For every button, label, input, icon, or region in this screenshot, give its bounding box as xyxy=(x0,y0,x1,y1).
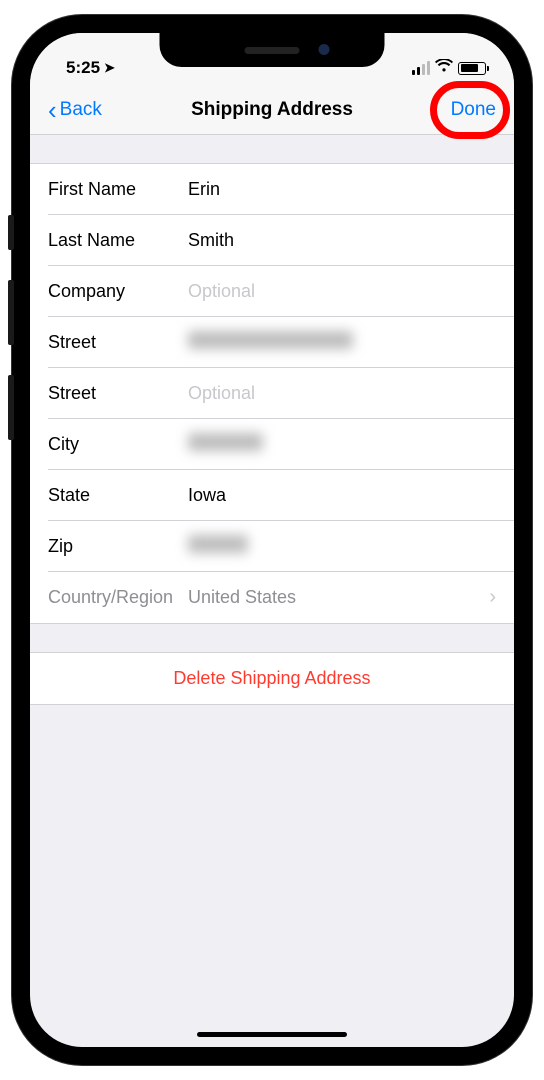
last-name-row[interactable]: Last Name Smith xyxy=(30,215,514,266)
street2-label: Street xyxy=(48,383,188,404)
delete-shipping-address-button[interactable]: Delete Shipping Address xyxy=(30,653,514,704)
city-label: City xyxy=(48,434,188,455)
last-name-field[interactable]: Smith xyxy=(188,230,496,251)
company-field[interactable]: Optional xyxy=(188,281,496,302)
city-row[interactable]: City xyxy=(30,419,514,470)
status-time: 5:25 xyxy=(66,58,100,78)
phone-device-frame: 5:25 ➤ ‹ Bac xyxy=(12,15,532,1065)
redacted-value xyxy=(188,331,353,349)
state-field[interactable]: Iowa xyxy=(188,485,496,506)
country-row[interactable]: Country/Region United States › xyxy=(30,572,514,623)
redacted-value xyxy=(188,535,248,553)
country-label: Country/Region xyxy=(48,587,188,608)
battery-icon xyxy=(458,62,486,75)
navigation-bar: ‹ Back Shipping Address Done xyxy=(30,85,514,135)
delete-section: Delete Shipping Address xyxy=(30,652,514,705)
zip-row[interactable]: Zip xyxy=(30,521,514,572)
street1-field[interactable] xyxy=(188,331,496,354)
back-label: Back xyxy=(60,99,102,121)
state-row[interactable]: State Iowa xyxy=(30,470,514,521)
first-name-row[interactable]: First Name Erin xyxy=(30,164,514,215)
screen: 5:25 ➤ ‹ Bac xyxy=(30,33,514,1047)
address-form: First Name Erin Last Name Smith Company … xyxy=(30,163,514,624)
wifi-icon xyxy=(435,59,453,77)
page-title: Shipping Address xyxy=(191,99,353,121)
street1-row[interactable]: Street xyxy=(30,317,514,368)
device-notch xyxy=(160,33,385,67)
zip-label: Zip xyxy=(48,536,188,557)
street2-field[interactable]: Optional xyxy=(188,383,496,404)
state-label: State xyxy=(48,485,188,506)
street2-row[interactable]: Street Optional xyxy=(30,368,514,419)
chevron-left-icon: ‹ xyxy=(48,97,57,123)
company-row[interactable]: Company Optional xyxy=(30,266,514,317)
chevron-right-icon: › xyxy=(489,586,496,609)
city-field[interactable] xyxy=(188,433,496,456)
country-value: United States xyxy=(188,587,489,608)
done-button[interactable]: Done xyxy=(451,99,496,121)
last-name-label: Last Name xyxy=(48,230,188,251)
location-services-icon: ➤ xyxy=(104,60,115,76)
cellular-signal-icon xyxy=(412,61,431,75)
device-side-buttons xyxy=(8,215,14,470)
redacted-value xyxy=(188,433,263,451)
zip-field[interactable] xyxy=(188,535,496,558)
first-name-label: First Name xyxy=(48,179,188,200)
company-label: Company xyxy=(48,281,188,302)
first-name-field[interactable]: Erin xyxy=(188,179,496,200)
back-button[interactable]: ‹ Back xyxy=(48,97,102,123)
street1-label: Street xyxy=(48,332,188,353)
home-indicator[interactable] xyxy=(197,1032,347,1037)
